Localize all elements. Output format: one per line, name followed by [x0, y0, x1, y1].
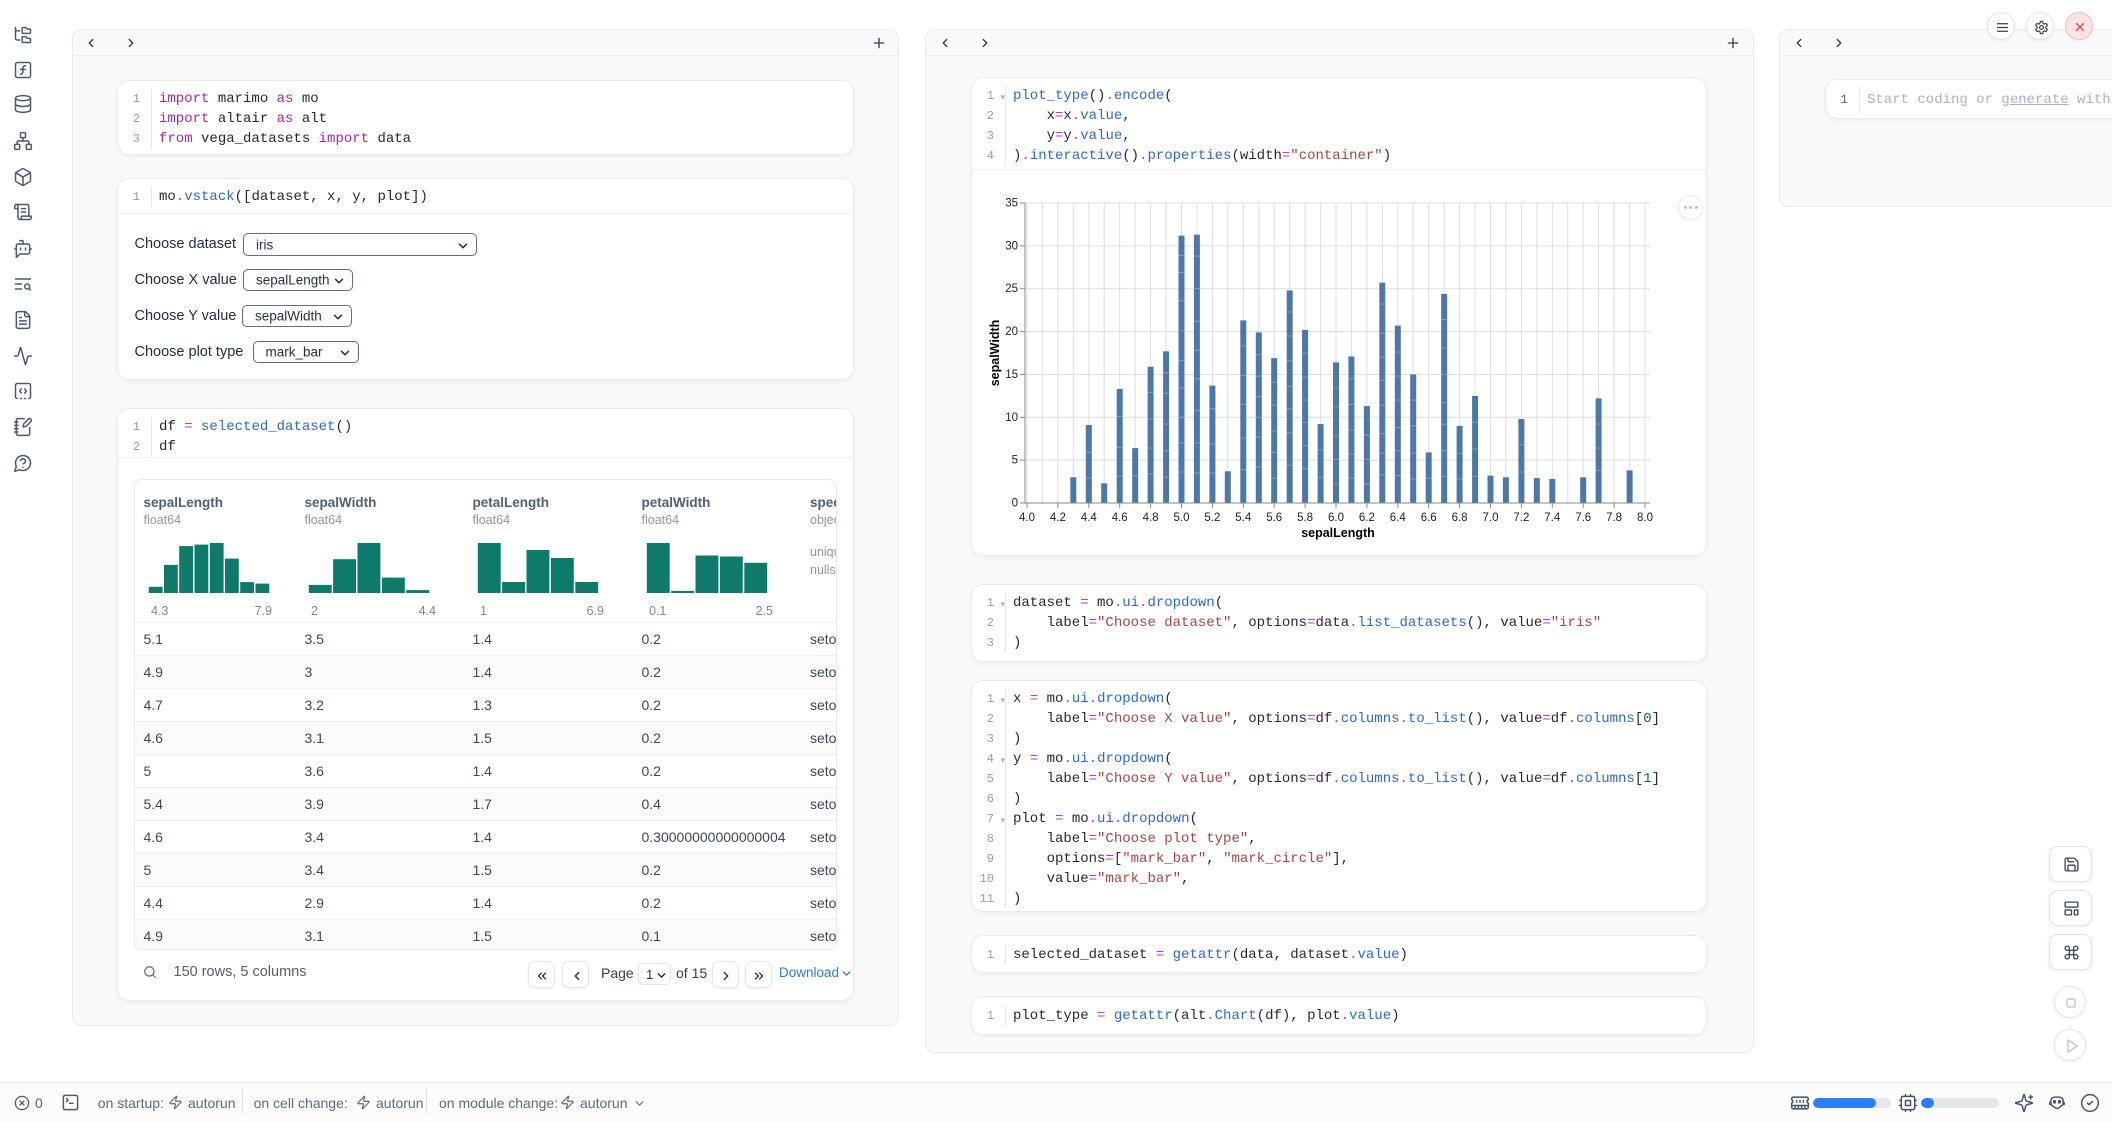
svg-text:7.0: 7.0 — [1483, 512, 1499, 524]
svg-text:7.6: 7.6 — [1575, 512, 1591, 524]
svg-text:6.2: 6.2 — [1359, 512, 1375, 524]
svg-text:7.2: 7.2 — [1513, 512, 1529, 524]
svg-text:20: 20 — [1005, 326, 1018, 338]
svg-text:6.4: 6.4 — [1390, 512, 1407, 524]
svg-text:25: 25 — [1005, 283, 1018, 295]
svg-text:5.6: 5.6 — [1266, 512, 1282, 524]
svg-text:4.6: 4.6 — [1112, 512, 1128, 524]
svg-text:5.0: 5.0 — [1174, 512, 1190, 524]
svg-text:5.8: 5.8 — [1297, 512, 1313, 524]
svg-text:4.8: 4.8 — [1143, 512, 1159, 524]
svg-text:0: 0 — [1012, 498, 1018, 510]
svg-text:6.8: 6.8 — [1452, 512, 1468, 524]
svg-text:4.0: 4.0 — [1019, 512, 1035, 524]
svg-text:6.0: 6.0 — [1328, 512, 1344, 524]
svg-text:10: 10 — [1005, 412, 1018, 424]
svg-text:sepalLength: sepalLength — [1301, 526, 1375, 540]
svg-text:6.6: 6.6 — [1421, 512, 1437, 524]
svg-text:5.4: 5.4 — [1235, 512, 1252, 524]
svg-text:5: 5 — [1012, 455, 1018, 467]
svg-text:4.2: 4.2 — [1050, 512, 1066, 524]
svg-text:7.8: 7.8 — [1606, 512, 1622, 524]
svg-text:35: 35 — [1005, 198, 1018, 210]
svg-text:15: 15 — [1005, 369, 1018, 381]
svg-text:5.2: 5.2 — [1204, 512, 1220, 524]
svg-text:8.0: 8.0 — [1637, 512, 1653, 524]
svg-text:30: 30 — [1005, 240, 1018, 252]
svg-text:sepalWidth: sepalWidth — [988, 320, 1002, 387]
svg-text:7.4: 7.4 — [1544, 512, 1561, 524]
svg-text:4.4: 4.4 — [1081, 512, 1098, 524]
